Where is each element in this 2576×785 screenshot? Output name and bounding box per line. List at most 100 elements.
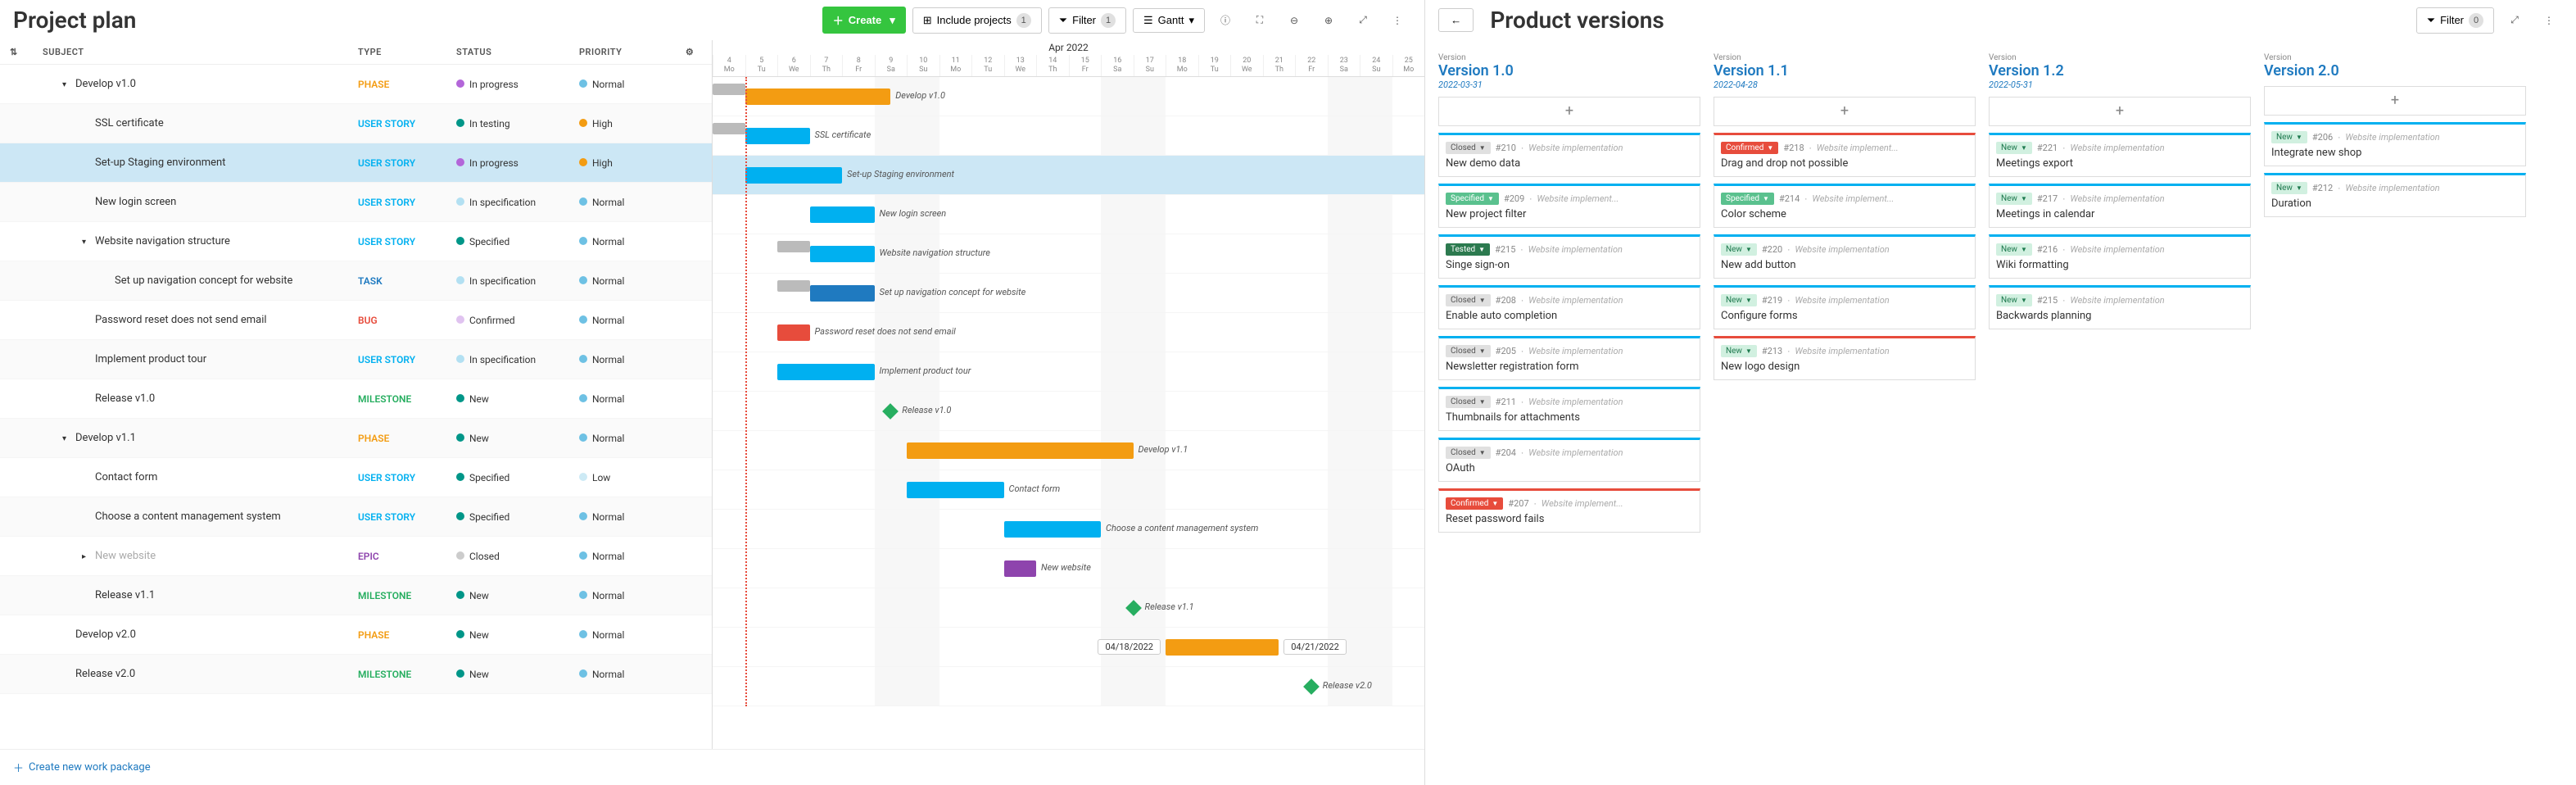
table-row[interactable]: Set-up Staging environment USER STORY In… [0, 143, 712, 183]
version-card[interactable]: Closed ▼ #205 · Website implementation N… [1438, 336, 1700, 380]
status-tag[interactable]: New ▼ [1721, 294, 1757, 306]
version-card[interactable]: New ▼ #220 · Website implementation New … [1714, 234, 1976, 279]
version-card[interactable]: Confirmed ▼ #207 · Website implement... … [1438, 488, 1700, 533]
version-name[interactable]: Version 1.0 [1438, 62, 1700, 79]
table-row[interactable]: Set up navigation concept for website TA… [0, 261, 712, 301]
gantt-bar[interactable] [810, 246, 875, 262]
version-name[interactable]: Version 1.2 [1989, 62, 2251, 79]
gantt-bar[interactable] [1166, 639, 1279, 656]
version-card[interactable]: Closed ▼ #208 · Website implementation E… [1438, 285, 1700, 329]
table-row[interactable]: New login screen USER STORY In specifica… [0, 183, 712, 222]
include-projects-button[interactable]: ⊞Include projects 1 [912, 7, 1042, 34]
gantt-bar[interactable] [907, 482, 1004, 498]
version-card[interactable]: Closed ▼ #204 · Website implementation O… [1438, 438, 1700, 482]
gantt-bar[interactable] [1004, 560, 1037, 577]
chevron-down-icon[interactable]: ▾ [82, 238, 92, 247]
table-row[interactable]: Password reset does not send email BUG C… [0, 301, 712, 340]
create-button[interactable]: ＋Create▾ [822, 7, 906, 34]
status-tag[interactable]: Specified ▼ [1721, 193, 1774, 205]
table-row[interactable]: ▸New website EPIC Closed Normal [0, 537, 712, 576]
table-row[interactable]: ▾Develop v1.1 PHASE New Normal [0, 419, 712, 458]
status-tag[interactable]: New ▼ [1996, 243, 2032, 256]
status-tag[interactable]: New ▼ [1996, 142, 2032, 154]
status-tag[interactable]: New ▼ [2271, 131, 2307, 143]
version-card[interactable]: New ▼ #221 · Website implementation Meet… [1989, 133, 2251, 177]
table-row[interactable]: Release v2.0 MILESTONE New Normal [0, 655, 712, 694]
gantt-bar[interactable] [810, 285, 875, 302]
status-tag[interactable]: Confirmed ▼ [1721, 142, 1778, 154]
col-priority[interactable]: PRIORITY [579, 47, 677, 57]
status-tag[interactable]: Closed ▼ [1446, 142, 1491, 154]
fullscreen-icon[interactable]: ⤢ [1349, 7, 1377, 34]
status-tag[interactable]: Specified ▼ [1446, 193, 1499, 205]
expand-icon[interactable]: ⛶ [1246, 7, 1274, 34]
gantt-bar[interactable] [810, 206, 875, 223]
version-card[interactable]: New ▼ #219 · Website implementation Conf… [1714, 285, 1976, 329]
status-tag[interactable]: Closed ▼ [1446, 345, 1491, 357]
sort-icon[interactable]: ⇅ [10, 47, 43, 57]
version-name[interactable]: Version 1.1 [1714, 62, 1976, 79]
status-tag[interactable]: New ▼ [1996, 193, 2032, 205]
status-tag[interactable]: Closed ▼ [1446, 294, 1491, 306]
chevron-down-icon[interactable]: ▾ [62, 434, 72, 443]
gantt-bar[interactable] [907, 442, 1134, 459]
more-icon[interactable]: ⋮ [2535, 7, 2563, 34]
version-card[interactable]: New ▼ #216 · Website implementation Wiki… [1989, 234, 2251, 279]
chevron-right-icon[interactable]: ▸ [82, 552, 92, 561]
gear-icon[interactable]: ⚙ [677, 47, 702, 57]
filter-button[interactable]: ⏷Filter 1 [1048, 7, 1126, 34]
version-card[interactable]: Tested ▼ #215 · Website implementation S… [1438, 234, 1700, 279]
add-card-button[interactable]: + [1438, 97, 1700, 126]
version-card[interactable]: New ▼ #213 · Website implementation New … [1714, 336, 1976, 380]
info-icon[interactable]: ⓘ [1211, 7, 1239, 34]
milestone-diamond[interactable] [1125, 600, 1142, 616]
version-name[interactable]: Version 2.0 [2264, 62, 2526, 79]
table-row[interactable]: Contact form USER STORY Specified Low [0, 458, 712, 497]
add-card-button[interactable]: + [1989, 97, 2251, 126]
status-tag[interactable]: New ▼ [2271, 182, 2307, 194]
zoom-in-icon[interactable]: ⊕ [1315, 7, 1342, 34]
status-tag[interactable]: Closed ▼ [1446, 396, 1491, 408]
add-card-button[interactable]: + [1714, 97, 1976, 126]
create-work-package-link[interactable]: ＋ Create new work package [0, 749, 1424, 785]
table-row[interactable]: Develop v2.0 PHASE New Normal [0, 615, 712, 655]
gantt-view-button[interactable]: ☰Gantt▾ [1133, 8, 1205, 33]
table-row[interactable]: SSL certificate USER STORY In testing Hi… [0, 104, 712, 143]
table-row[interactable]: Release v1.0 MILESTONE New Normal [0, 379, 712, 419]
add-card-button[interactable]: + [2264, 86, 2526, 116]
table-row[interactable]: Choose a content management system USER … [0, 497, 712, 537]
gantt-bar[interactable] [777, 324, 810, 341]
status-tag[interactable]: Closed ▼ [1446, 447, 1491, 459]
col-type[interactable]: TYPE [358, 47, 456, 57]
back-button[interactable]: ← [1438, 8, 1474, 32]
gantt-bar[interactable] [1004, 521, 1102, 538]
version-card[interactable]: Specified ▼ #214 · Website implement... … [1714, 184, 1976, 228]
col-status[interactable]: STATUS [456, 47, 579, 57]
table-row[interactable]: ▾Website navigation structure USER STORY… [0, 222, 712, 261]
table-row[interactable]: ▾Develop v1.0 PHASE In progress Normal [0, 65, 712, 104]
milestone-diamond[interactable] [882, 403, 899, 420]
version-card[interactable]: Closed ▼ #211 · Website implementation T… [1438, 387, 1700, 431]
status-tag[interactable]: New ▼ [1721, 345, 1757, 357]
version-card[interactable]: New ▼ #206 · Website implementation Inte… [2264, 122, 2526, 166]
version-card[interactable]: New ▼ #215 · Website implementation Back… [1989, 285, 2251, 329]
status-tag[interactable]: Confirmed ▼ [1446, 497, 1503, 510]
fullscreen-icon[interactable]: ⤢ [2501, 7, 2528, 34]
table-row[interactable]: Release v1.1 MILESTONE New Normal [0, 576, 712, 615]
status-tag[interactable]: Tested ▼ [1446, 243, 1490, 256]
gantt-bar[interactable] [745, 128, 810, 144]
milestone-diamond[interactable] [1303, 678, 1320, 695]
version-card[interactable]: New ▼ #212 · Website implementation Dura… [2264, 173, 2526, 217]
version-card[interactable]: Confirmed ▼ #218 · Website implement... … [1714, 133, 1976, 177]
chevron-down-icon[interactable]: ▾ [62, 80, 72, 89]
col-subject[interactable]: SUBJECT [43, 47, 358, 57]
status-tag[interactable]: New ▼ [1721, 243, 1757, 256]
version-card[interactable]: Closed ▼ #210 · Website implementation N… [1438, 133, 1700, 177]
version-card[interactable]: Specified ▼ #209 · Website implement... … [1438, 184, 1700, 228]
zoom-out-icon[interactable]: ⊖ [1280, 7, 1308, 34]
version-card[interactable]: New ▼ #217 · Website implementation Meet… [1989, 184, 2251, 228]
status-tag[interactable]: New ▼ [1996, 294, 2032, 306]
gantt-bar[interactable] [745, 88, 891, 105]
more-icon[interactable]: ⋮ [1383, 7, 1411, 34]
gantt-bar[interactable] [777, 364, 875, 380]
